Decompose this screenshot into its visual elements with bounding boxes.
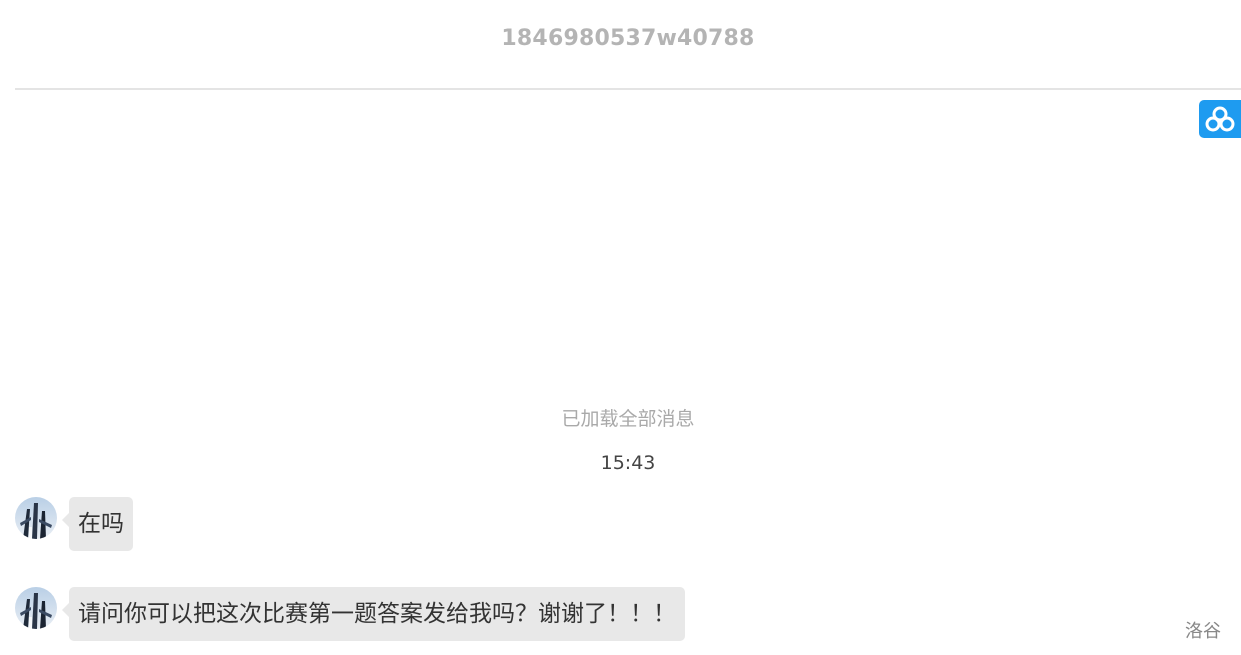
cloud-share-icon (1205, 106, 1235, 132)
avatar[interactable] (15, 587, 57, 629)
user-avatar-icon (15, 497, 57, 539)
user-avatar-icon (15, 587, 57, 629)
message-timestamp: 15:43 (600, 452, 656, 474)
message-row: 请问你可以把这次比赛第一题答案发给我吗？谢谢了！！！ (15, 587, 685, 641)
cloud-share-button[interactable] (1199, 100, 1241, 138)
chat-page: 1846980537w40788 已加载全部消息 15:43 在吗 请问你可以把… (0, 0, 1241, 655)
site-watermark: 洛谷 (1185, 621, 1221, 642)
message-bubble: 在吗 (62, 497, 133, 551)
all-messages-loaded-note: 已加载全部消息 (561, 408, 695, 430)
chat-title: 1846980537w40788 (501, 26, 755, 51)
message-bubble: 请问你可以把这次比赛第一题答案发给我吗？谢谢了！！！ (62, 587, 685, 641)
avatar[interactable] (15, 497, 57, 539)
header-divider (15, 88, 1241, 90)
message-row: 在吗 (15, 497, 133, 551)
